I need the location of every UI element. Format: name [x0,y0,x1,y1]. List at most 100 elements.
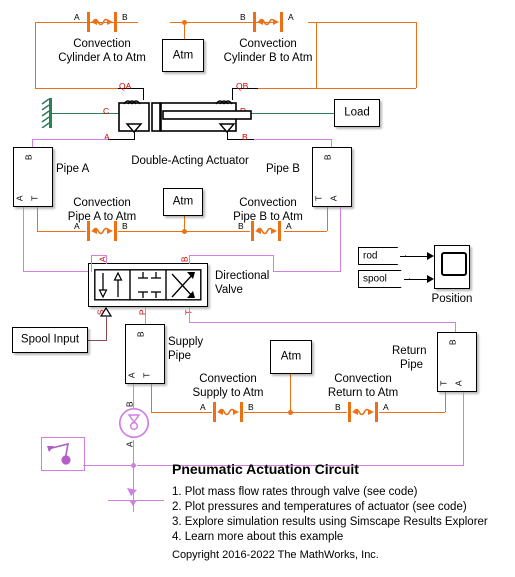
wire-supply-therm-down [151,384,152,412]
instruction-list[interactable]: 1. Plot mass flow rates through valve (s… [172,485,508,545]
wire-spool-signal [404,279,428,280]
from-tag-rod[interactable]: rod [358,247,406,265]
supply-pipe-port-bottom-right: T [141,372,152,378]
wire-pipe-b-gas-down [340,207,341,272]
wire-spool-left [88,340,107,341]
double-acting-cylinder-icon[interactable] [115,96,260,136]
convection-cylinder-a-title-2: Cylinder A to Atm [58,52,146,64]
convection-cylinder-a-port-left: A [74,12,80,22]
from-tag-rod-label: rod [363,250,378,262]
wire-therm2-right [284,231,327,232]
wire-spool-down [106,317,107,340]
atm-block-mid-label: Atm [172,195,194,208]
convection-cylinder-b-port-left: B [240,12,246,22]
instruction-item-4[interactable]: 4. Learn more about this example [172,530,508,545]
wire-valve-t-right [189,322,456,323]
wire-valve-a-stub [106,255,107,264]
pipe-b-port-top: B [322,154,333,161]
convection-cylinder-b-title-1: Convection [239,38,297,50]
wire-therm2-mid-right [182,231,250,232]
convection-pipe-a-title-2: Pipe A to Atm [67,211,137,223]
wire-thermal-to-qa [35,88,118,89]
convection-cylinder-a-title-1: Convection [73,38,131,50]
pipe-a-port-bottom-left: A [14,195,25,202]
convection-cylinder-a-icon[interactable] [84,12,120,32]
pipe-a-label: Pipe A [56,163,90,175]
actuator-port-qa: QA [119,81,132,91]
wire-return-a-down [463,392,464,466]
instruction-item-1[interactable]: 1. Plot mass flow rates through valve (s… [172,485,508,500]
wire-thermal-top-right-a [308,22,416,23]
convection-supply-title-2: Supply to Atm [192,387,264,399]
spool-port-triangle [99,307,113,317]
diagram-title: Pneumatic Actuation Circuit [172,461,359,477]
actuator-port-b: B [242,132,248,142]
supply-pipe-port-top: B [135,331,146,338]
wire-reservoir-down [133,500,134,512]
convection-supply-icon[interactable] [210,402,246,422]
atm-block-top[interactable]: Atm [162,39,204,72]
wire-pipe-a-gas-down [23,207,24,272]
load-block-label: Load [344,106,370,119]
actuator-port-a: A [104,132,110,142]
wire-pipe-a-therm-right [37,231,86,232]
wire-therm3-right [379,412,445,413]
spool-input-label: Spool Input [20,333,80,346]
wire-rod-to-load [250,113,334,114]
wire-source-to-node [83,465,133,466]
wire-valve-b-corner [273,255,274,272]
scope-screen [441,252,467,276]
supply-pipe-label-2: Pipe [168,350,192,362]
wire-therm2-mid-left [118,231,182,232]
directional-valve-label-1: Directional [215,270,270,282]
instruction-item-3[interactable]: 3. Explore simulation results using Sims… [172,515,508,530]
arrow-rod-to-scope [427,252,434,260]
directional-valve-label-2: Valve [215,284,243,296]
convection-supply-title-1: Convection [199,373,257,385]
atm-block-bottom[interactable]: Atm [270,340,312,374]
wire-valve-a-corner [91,255,92,272]
supply-pipe-port-bottom-left: A [126,372,137,379]
wire-therm3-midleft [244,412,290,413]
simulink-model-canvas[interactable]: A B Convection Cylinder A to Atm B A Con… [0,0,515,577]
compressor-port-top: B [124,401,135,408]
wire-therm3-left [151,412,212,413]
directional-valve-port-b: B [179,256,190,263]
copyright-text: Copyright 2016-2022 The MathWorks, Inc. [172,549,379,561]
compressor-icon[interactable] [119,406,149,440]
convection-return-icon[interactable] [345,402,381,422]
wire-pipe-a-gas-to-valve [23,271,91,272]
from-tag-spool-label: spool [363,273,387,285]
wire-thermal-right-down [416,22,417,88]
wire-thermal-to-qb [258,88,416,89]
wire-rod-signal [400,256,428,257]
supply-pipe-label-1: Supply [168,336,204,348]
convection-pipe-a-title-1: Convection [73,197,131,209]
directional-valve-schematic [94,269,202,301]
wire-valve-t-down [189,307,190,323]
return-pipe-port-top: B [447,339,458,346]
atm-block-top-label: Atm [172,48,194,61]
convection-cylinder-b-icon[interactable] [250,12,286,32]
convection-cylinder-a-port-right: B [122,12,128,22]
wire-thermal-top-mid-left [170,22,240,23]
load-block[interactable]: Load [334,99,380,127]
atm-block-mid[interactable]: Atm [163,188,203,216]
wire-gas-a-left [32,139,108,140]
return-pipe-label-1: Return [392,345,427,357]
wire-gas-a-down [32,139,33,147]
controlled-source-icon [47,442,71,465]
instruction-item-2[interactable]: 2. Plot pressures and temperatures of ac… [172,500,508,515]
wire-port-b-black [227,139,254,140]
wire-gas-b-down [331,139,332,147]
wire-gas-b-right [254,139,332,140]
spool-input-block[interactable]: Spool Input [12,327,88,353]
actuator-title: Double-Acting Actuator [131,155,249,167]
from-tag-spool[interactable]: spool [358,270,410,288]
wire-valve-a-join [91,255,107,256]
pipe-a-port-top: B [23,154,34,161]
mechanical-ground-hatch [41,98,50,128]
wire-port-a-black [108,139,135,140]
actuator-port-qb: QB [236,81,249,91]
return-pipe-port-bottom-right: A [453,380,464,387]
